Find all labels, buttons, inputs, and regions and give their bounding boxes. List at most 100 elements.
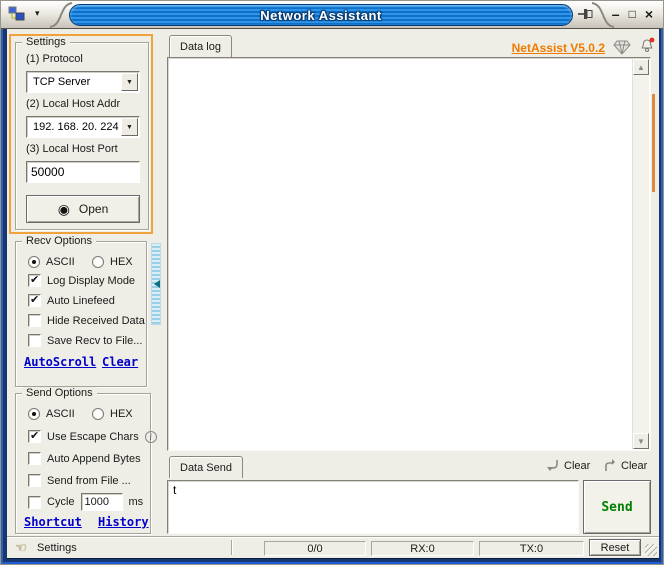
checkbox-label: Auto Linefeed — [47, 295, 115, 307]
local-host-addr-select[interactable]: 192. 168. 20. 224 ▼ — [26, 116, 140, 138]
checkbox-use-escape-chars[interactable]: Use Escape Chars — [28, 430, 157, 443]
local-host-port-label: (3) Local Host Port — [26, 143, 118, 155]
clear-recv-label: Clear — [621, 460, 647, 472]
minimize-button[interactable]: – — [612, 4, 620, 24]
checkbox-log-display-mode[interactable]: Log Display Mode — [28, 274, 135, 287]
cycle-label: Cycle — [47, 496, 75, 508]
checkbox-label: Use Escape Chars — [47, 431, 139, 443]
recv-radio-hex-label: HEX — [110, 256, 133, 268]
checkbox-auto-linefeed[interactable]: Auto Linefeed — [28, 294, 115, 307]
gem-icon[interactable] — [613, 40, 631, 55]
titlebar-dropdown-arrow-icon[interactable]: ▾ — [35, 8, 40, 19]
scroll-down-icon[interactable]: ▼ — [633, 433, 649, 449]
checkbox-label: Save Recv to File... — [47, 335, 142, 347]
autoscroll-link[interactable]: AutoScroll — [24, 355, 96, 369]
checkbox-icon[interactable] — [28, 452, 41, 465]
protocol-dropdown-icon[interactable]: ▼ — [121, 73, 138, 91]
recv-radio-ascii-label: ASCII — [46, 256, 75, 268]
clear-send-button[interactable]: Clear — [546, 459, 590, 472]
collapse-splitter[interactable] — [151, 243, 161, 325]
title-pill: Network Assistant — [69, 4, 573, 26]
send-radio-hex[interactable]: HEX — [92, 408, 133, 420]
radio-icon[interactable] — [28, 256, 40, 268]
window-controls: – □ × — [612, 4, 653, 24]
shortcut-link[interactable]: Shortcut — [24, 515, 82, 529]
reset-button-label: Reset — [601, 542, 630, 554]
checkbox-hide-received-data[interactable]: Hide Received Data — [28, 314, 145, 327]
checkbox-label: Auto Append Bytes — [47, 453, 141, 465]
checkbox-send-from-file[interactable]: Send from File ... — [28, 474, 131, 487]
version-link[interactable]: NetAssist V5.0.2 — [512, 41, 605, 55]
send-radio-hex-label: HEX — [110, 408, 133, 420]
tab-data-send[interactable]: Data Send — [169, 456, 243, 478]
cycle-interval-input[interactable]: 1000 — [81, 493, 123, 511]
checkbox-save-recv-to-file[interactable]: Save Recv to File... — [28, 334, 142, 347]
resize-grip[interactable] — [645, 544, 657, 556]
checkbox-icon[interactable] — [28, 474, 41, 487]
checkbox-icon[interactable] — [28, 430, 41, 443]
checkbox-icon[interactable] — [28, 274, 41, 287]
app-window: ▾ Network Assistant – □ × Settings (1) P… — [0, 0, 664, 565]
checkbox-icon[interactable] — [28, 334, 41, 347]
recv-radio-hex[interactable]: HEX — [92, 256, 133, 268]
chevron-left-icon — [150, 280, 160, 288]
checkbox-cycle[interactable]: Cycle 1000 ms — [28, 493, 143, 511]
send-radio-ascii-label: ASCII — [46, 408, 75, 420]
checkbox-icon[interactable] — [28, 496, 41, 509]
send-button[interactable]: Send — [583, 480, 651, 534]
log-content — [170, 60, 630, 448]
data-log-area[interactable]: ▲ ▼ — [167, 57, 651, 451]
recv-options-title: Recv Options — [22, 235, 96, 247]
protocol-select[interactable]: TCP Server ▼ — [26, 71, 140, 93]
addr-dropdown-icon[interactable]: ▼ — [121, 118, 138, 136]
recv-options-group: Recv Options ASCII HEX Log Display Mode … — [15, 241, 147, 387]
radio-icon[interactable] — [28, 408, 40, 420]
history-link[interactable]: History — [98, 515, 149, 529]
radio-icon[interactable] — [92, 408, 104, 420]
checkbox-label: Hide Received Data — [47, 315, 145, 327]
tab-data-log-label: Data log — [180, 41, 221, 53]
version-row: NetAssist V5.0.2 — [512, 37, 656, 58]
checkbox-icon[interactable] — [28, 294, 41, 307]
statusbar-divider — [231, 540, 233, 555]
local-host-addr-value: 192. 168. 20. 224 — [27, 117, 120, 137]
close-button[interactable]: × — [645, 4, 653, 24]
clear-recv-arrow-icon — [603, 459, 616, 472]
tx-counter: TX:0 — [479, 541, 584, 556]
send-radio-ascii[interactable]: ASCII — [28, 408, 75, 420]
reset-button[interactable]: Reset — [589, 539, 641, 556]
titlebar[interactable]: ▾ Network Assistant – □ × — [1, 1, 663, 29]
rx-counter: RX:0 — [371, 541, 474, 556]
send-options-group: Send Options ASCII HEX Use Escape Chars … — [15, 393, 151, 534]
info-icon[interactable] — [145, 431, 157, 443]
recv-clear-link[interactable]: Clear — [102, 355, 138, 369]
clear-send-arrow-icon — [546, 459, 559, 472]
log-scrollbar[interactable]: ▲ ▼ — [632, 59, 649, 449]
statusbar: ☞ Settings 0/0 RX:0 TX:0 Reset — [7, 536, 659, 558]
tab-data-send-label: Data Send — [180, 462, 232, 474]
clear-send-label: Clear — [564, 460, 590, 472]
record-circle-icon: ◉ — [58, 202, 70, 216]
checkbox-label: Log Display Mode — [47, 275, 135, 287]
maximize-button[interactable]: □ — [629, 4, 636, 24]
recv-radio-ascii[interactable]: ASCII — [28, 256, 75, 268]
checkbox-icon[interactable] — [28, 314, 41, 327]
checkbox-label: Send from File ... — [47, 475, 131, 487]
settings-group: Settings (1) Protocol TCP Server ▼ (2) L… — [15, 42, 149, 230]
clear-recv-button[interactable]: Clear — [603, 459, 647, 472]
statusbar-settings-label: Settings — [37, 542, 77, 554]
protocol-label: (1) Protocol — [26, 53, 83, 65]
radio-icon[interactable] — [92, 256, 104, 268]
window-title: Network Assistant — [260, 8, 381, 23]
scroll-up-icon[interactable]: ▲ — [633, 59, 649, 75]
checkbox-auto-append-bytes[interactable]: Auto Append Bytes — [28, 452, 141, 465]
settings-highlight-border: Settings (1) Protocol TCP Server ▼ (2) L… — [9, 34, 153, 234]
tab-data-log[interactable]: Data log — [169, 35, 232, 57]
send-options-title: Send Options — [22, 387, 97, 399]
notification-bell-icon[interactable] — [639, 37, 656, 58]
open-button-label: Open — [79, 202, 108, 216]
local-host-port-input[interactable]: 50000 — [26, 161, 140, 183]
send-input[interactable]: t — [167, 480, 579, 534]
app-menu-icon[interactable] — [8, 6, 26, 22]
open-button[interactable]: ◉ Open — [26, 195, 140, 223]
